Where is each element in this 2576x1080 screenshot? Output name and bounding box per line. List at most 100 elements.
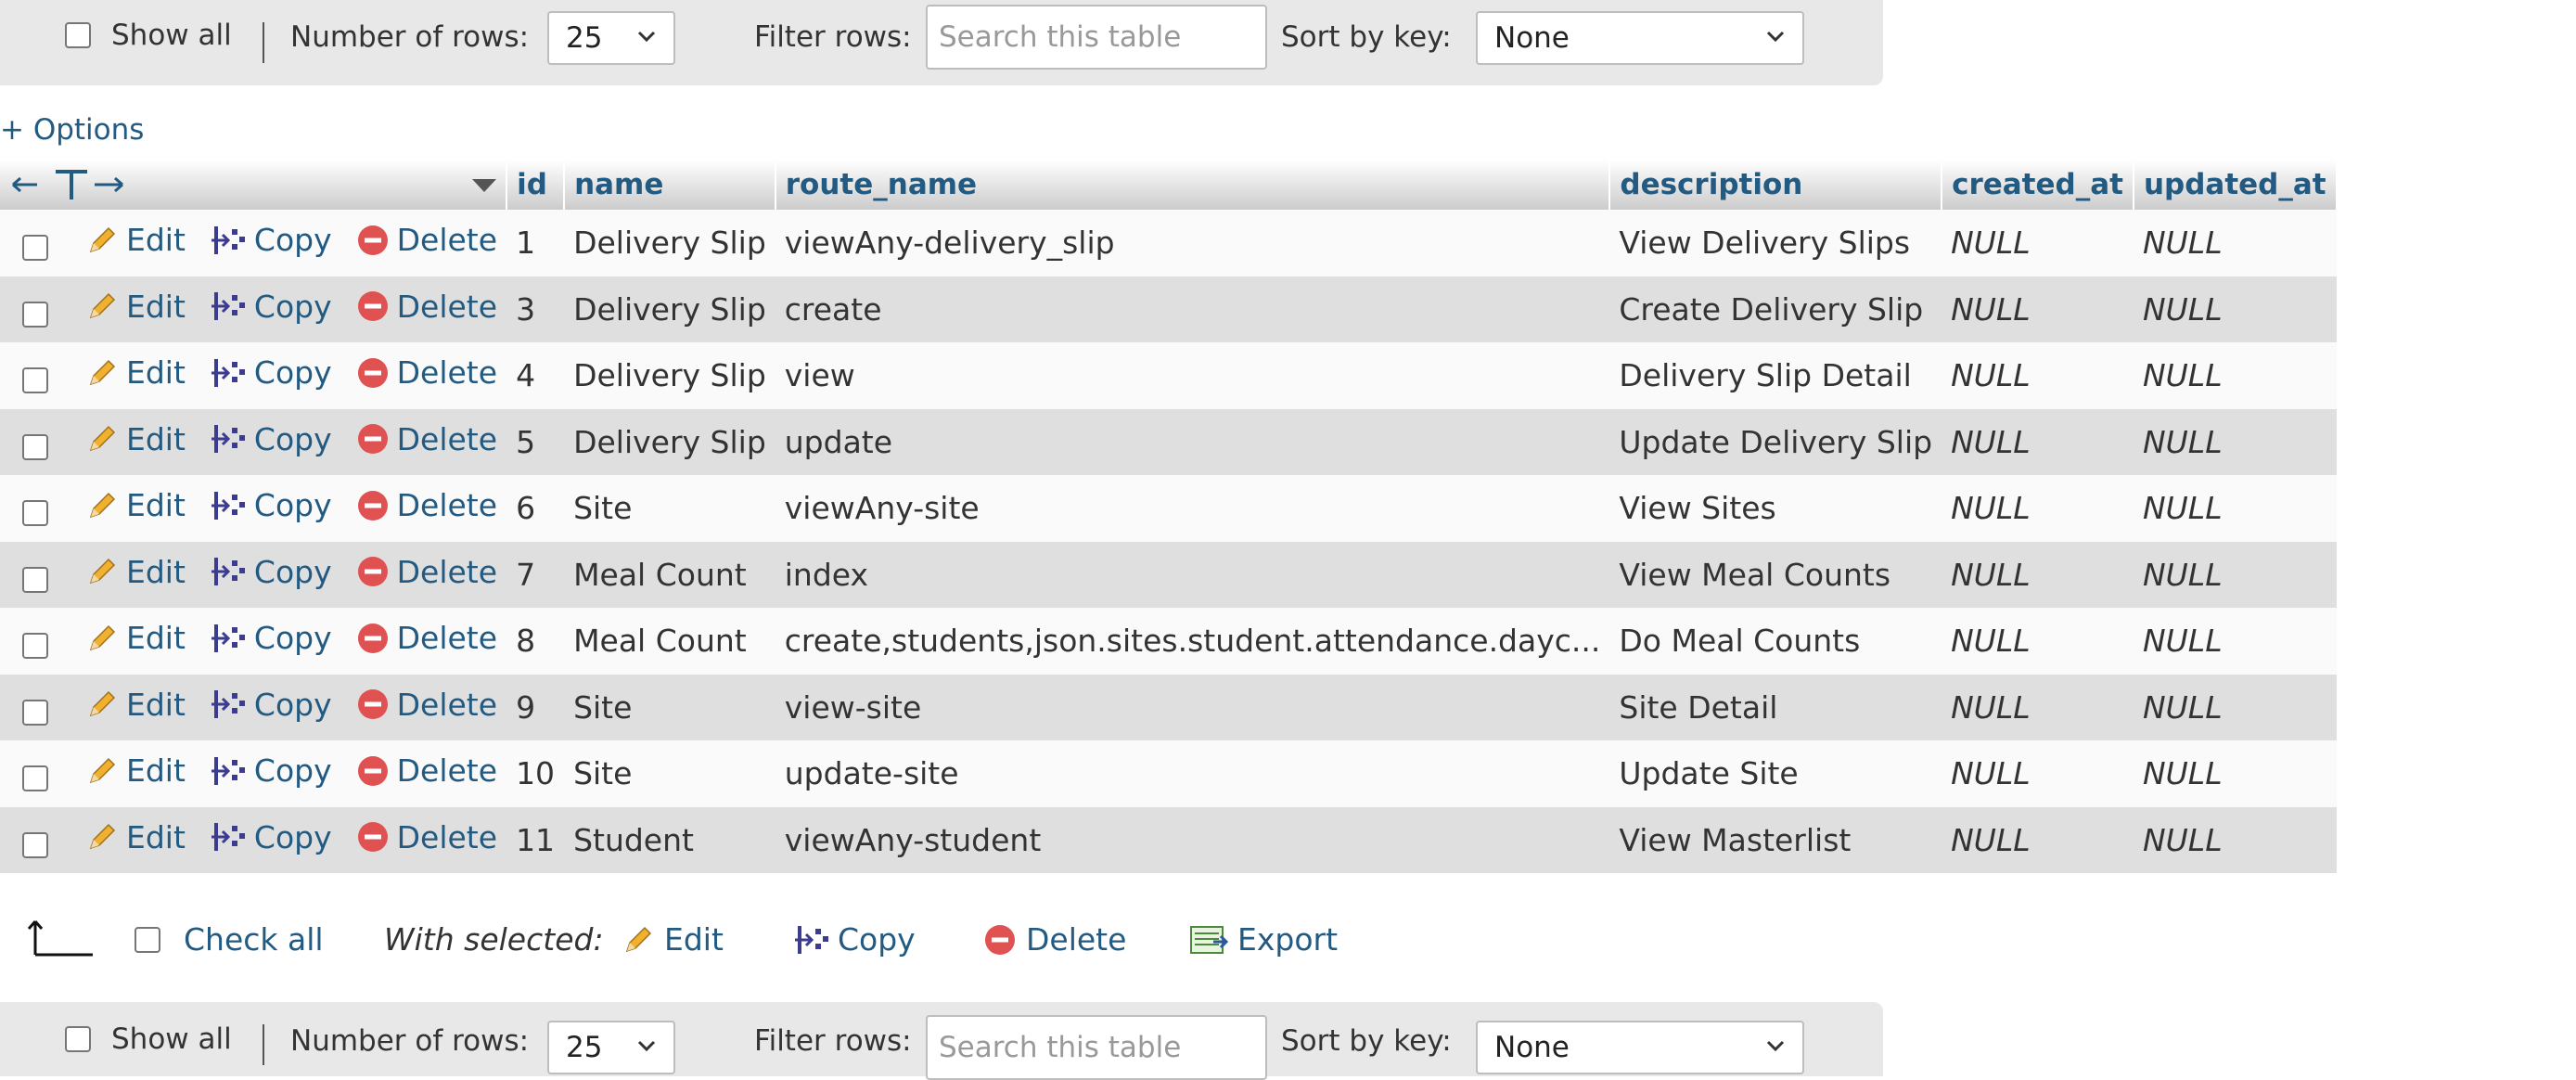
bulk-copy-button[interactable]: Copy	[793, 921, 916, 958]
cell-id[interactable]: 10	[506, 740, 565, 807]
column-header-description[interactable]: description	[1609, 160, 1943, 210]
cell-created-at[interactable]: NULL	[1942, 541, 2134, 608]
cell-created-at[interactable]: NULL	[1942, 674, 2134, 740]
show-all-toggle[interactable]: Show all	[65, 1022, 232, 1056]
cell-route-name[interactable]: create	[775, 276, 1610, 342]
cell-name[interactable]: Meal Count	[564, 608, 775, 675]
row-edit-button[interactable]: Edit	[85, 752, 186, 789]
cell-name[interactable]: Site	[564, 475, 775, 542]
rows-select[interactable]: 25	[547, 1021, 675, 1074]
row-delete-button[interactable]: Delete	[356, 687, 497, 723]
cell-name[interactable]: Delivery Slip	[564, 408, 775, 475]
row-delete-button[interactable]: Delete	[356, 554, 497, 590]
sort-select[interactable]: None	[1476, 11, 1804, 65]
cell-route-name[interactable]: viewAny-student	[775, 806, 1610, 873]
row-checkbox[interactable]	[22, 765, 48, 791]
cell-name[interactable]: Delivery Slip	[564, 210, 775, 276]
cell-route-name[interactable]: update	[775, 408, 1610, 475]
cell-name[interactable]: Delivery Slip	[564, 342, 775, 409]
bulk-delete-button[interactable]: Delete	[983, 921, 1126, 958]
filter-search-input[interactable]: Search this table	[926, 1015, 1267, 1080]
cell-created-at[interactable]: NULL	[1942, 342, 2134, 409]
row-checkbox[interactable]	[22, 699, 48, 726]
row-edit-button[interactable]: Edit	[85, 687, 186, 723]
column-header-name[interactable]: name	[564, 160, 776, 210]
cell-updated-at[interactable]: NULL	[2133, 408, 2337, 475]
cell-description[interactable]: Update Delivery Slip	[1609, 408, 1942, 475]
cell-updated-at[interactable]: NULL	[2133, 541, 2337, 608]
cell-description[interactable]: Site Detail	[1609, 674, 1942, 740]
cell-updated-at[interactable]: NULL	[2133, 475, 2337, 542]
row-checkbox[interactable]	[22, 367, 48, 393]
cell-id[interactable]: 7	[506, 541, 565, 608]
row-edit-button[interactable]: Edit	[85, 354, 186, 391]
cell-created-at[interactable]: NULL	[1942, 276, 2134, 342]
cell-created-at[interactable]: NULL	[1942, 806, 2134, 873]
column-header-updated-at[interactable]: updated_at	[2133, 160, 2338, 210]
cell-name[interactable]: Meal Count	[564, 541, 775, 608]
sort-dropdown-icon[interactable]	[470, 176, 498, 195]
row-copy-button[interactable]: Copy	[210, 222, 332, 258]
column-header-id[interactable]: id	[506, 160, 566, 210]
row-delete-button[interactable]: Delete	[356, 752, 497, 789]
row-edit-button[interactable]: Edit	[85, 620, 186, 656]
cell-name[interactable]: Student	[564, 806, 775, 873]
row-copy-button[interactable]: Copy	[210, 752, 332, 789]
cell-description[interactable]: View Masterlist	[1609, 806, 1942, 873]
row-copy-button[interactable]: Copy	[210, 554, 332, 590]
row-edit-button[interactable]: Edit	[85, 222, 186, 258]
cell-description[interactable]: Create Delivery Slip	[1609, 276, 1942, 342]
cell-name[interactable]: Site	[564, 674, 775, 740]
row-delete-button[interactable]: Delete	[356, 289, 497, 325]
cell-name[interactable]: Delivery Slip	[564, 276, 775, 342]
cell-id[interactable]: 9	[506, 674, 565, 740]
check-all-toggle[interactable]: Check all	[135, 921, 324, 958]
cell-id[interactable]: 1	[506, 210, 565, 276]
cell-route-name[interactable]: create,students,json.sites.student.atten…	[775, 608, 1610, 675]
row-checkbox[interactable]	[22, 433, 48, 460]
bulk-edit-button[interactable]: Edit	[622, 921, 724, 958]
rows-select[interactable]: 25	[547, 11, 675, 65]
row-edit-button[interactable]: Edit	[85, 554, 186, 590]
cell-id[interactable]: 3	[506, 276, 565, 342]
cell-description[interactable]: Update Site	[1609, 740, 1942, 807]
filter-search-input[interactable]: Search this table	[926, 5, 1267, 70]
row-copy-button[interactable]: Copy	[210, 487, 332, 523]
cell-route-name[interactable]: viewAny-site	[775, 475, 1610, 542]
bulk-export-button[interactable]: Export	[1189, 921, 1338, 958]
cell-updated-at[interactable]: NULL	[2133, 806, 2337, 873]
cell-created-at[interactable]: NULL	[1942, 210, 2134, 276]
cell-description[interactable]: View Sites	[1609, 475, 1942, 542]
row-copy-button[interactable]: Copy	[210, 687, 332, 723]
cell-updated-at[interactable]: NULL	[2133, 342, 2337, 409]
row-delete-button[interactable]: Delete	[356, 819, 497, 855]
cell-route-name[interactable]: update-site	[775, 740, 1610, 807]
row-delete-button[interactable]: Delete	[356, 487, 497, 523]
row-copy-button[interactable]: Copy	[210, 620, 332, 656]
row-checkbox[interactable]	[22, 235, 48, 261]
row-copy-button[interactable]: Copy	[210, 289, 332, 325]
row-checkbox[interactable]	[22, 500, 48, 526]
cell-id[interactable]: 11	[506, 806, 565, 873]
show-all-checkbox[interactable]	[65, 22, 91, 48]
show-all-toggle[interactable]: Show all	[65, 19, 232, 52]
cell-route-name[interactable]: index	[775, 541, 1610, 608]
row-checkbox[interactable]	[22, 301, 48, 328]
column-header-route-name[interactable]: route_name	[775, 160, 1611, 210]
cell-description[interactable]: Do Meal Counts	[1609, 608, 1942, 675]
cell-updated-at[interactable]: NULL	[2133, 276, 2337, 342]
check-all-checkbox[interactable]	[135, 926, 160, 953]
column-header-created-at[interactable]: created_at	[1942, 160, 2134, 210]
cell-route-name[interactable]: view-site	[775, 674, 1610, 740]
row-edit-button[interactable]: Edit	[85, 487, 186, 523]
show-all-checkbox[interactable]	[65, 1026, 91, 1052]
cell-created-at[interactable]: NULL	[1942, 475, 2134, 542]
cell-route-name[interactable]: viewAny-delivery_slip	[775, 210, 1610, 276]
cell-id[interactable]: 5	[506, 408, 565, 475]
column-resize-arrows-icon[interactable]	[9, 166, 130, 203]
row-delete-button[interactable]: Delete	[356, 354, 497, 391]
row-copy-button[interactable]: Copy	[210, 354, 332, 391]
row-edit-button[interactable]: Edit	[85, 421, 186, 457]
row-checkbox[interactable]	[22, 831, 48, 858]
cell-description[interactable]: Delivery Slip Detail	[1609, 342, 1942, 409]
